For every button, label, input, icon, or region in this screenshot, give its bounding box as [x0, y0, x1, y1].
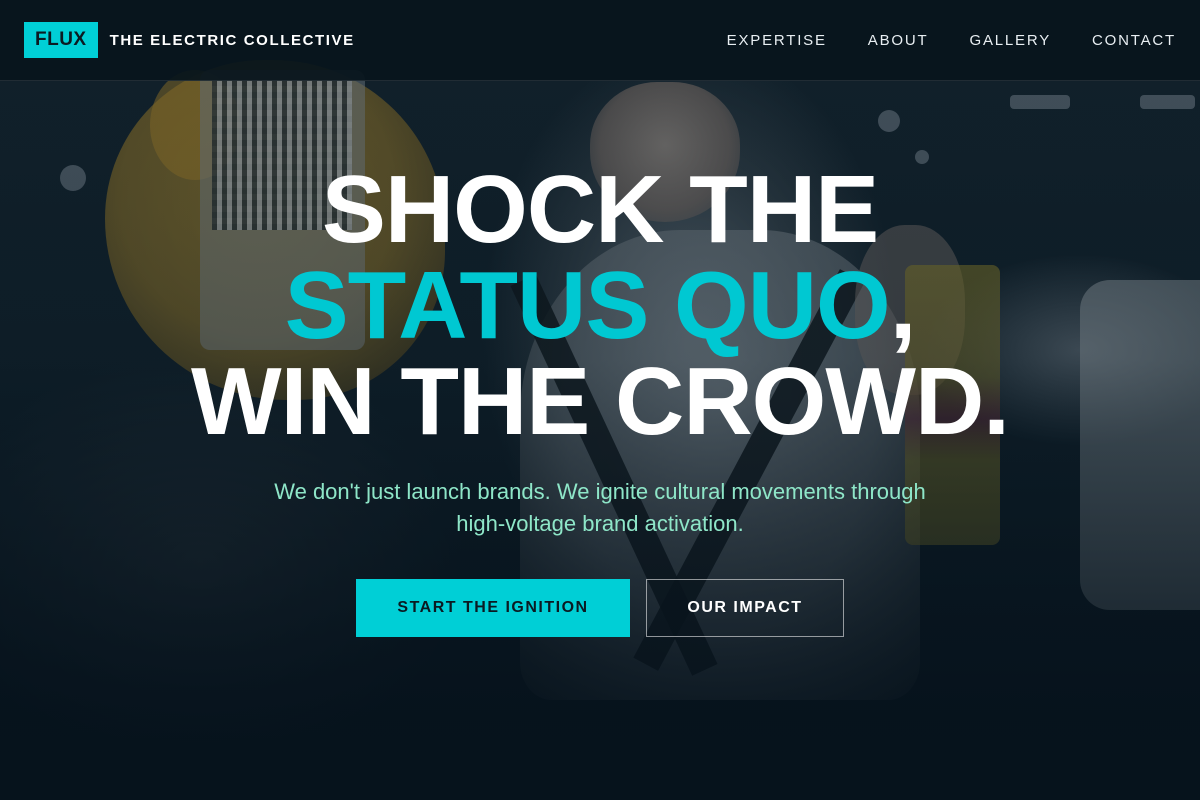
- brand-name[interactable]: THE ELECTRIC COLLECTIVE: [110, 32, 355, 49]
- main-nav: EXPERTISE ABOUT GALLERY CONTACT: [727, 32, 1176, 49]
- landing-page: FLUX THE ELECTRIC COLLECTIVE EXPERTISE A…: [0, 0, 1200, 800]
- nav-link-contact[interactable]: CONTACT: [1092, 32, 1176, 49]
- navbar: FLUX THE ELECTRIC COLLECTIVE EXPERTISE A…: [0, 0, 1200, 81]
- nav-link-gallery[interactable]: GALLERY: [969, 32, 1051, 49]
- our-impact-button[interactable]: OUR IMPACT: [646, 579, 844, 637]
- headline-accent-text: STATUS QUO: [284, 252, 891, 359]
- headline-line-2: STATUS QUO,: [0, 258, 1200, 354]
- headline-comma: ,: [889, 252, 917, 359]
- logo[interactable]: FLUX: [24, 22, 98, 58]
- nav-link-expertise[interactable]: EXPERTISE: [727, 32, 827, 49]
- brand[interactable]: FLUX THE ELECTRIC COLLECTIVE: [24, 22, 355, 58]
- hero-subheadline: We don't just launch brands. We ignite c…: [274, 479, 926, 536]
- nav-link-about[interactable]: ABOUT: [868, 32, 929, 49]
- headline-line-3: WIN THE CROWD.: [191, 348, 1010, 455]
- headline-line-1: SHOCK THE: [321, 156, 879, 263]
- hero-section: SHOCK THE STATUS QUO, WIN THE CROWD. We …: [0, 0, 1200, 800]
- start-ignition-button[interactable]: START THE IGNITION: [356, 579, 630, 637]
